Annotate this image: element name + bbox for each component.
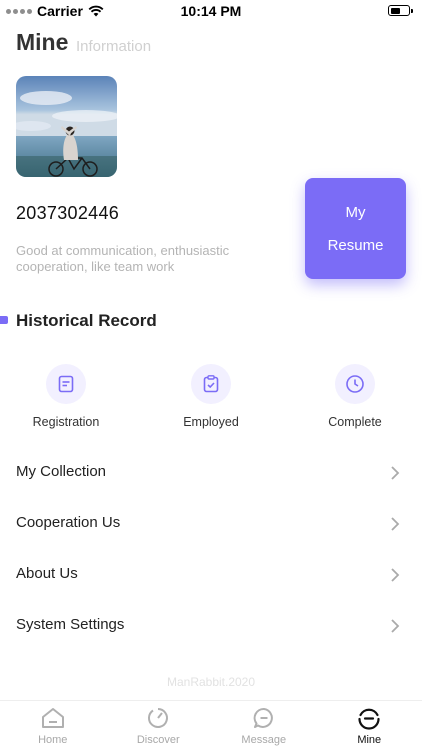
tab-label: Discover [136,734,180,746]
page-subtitle: Information [76,38,152,55]
section-title: Historical Record [16,311,157,330]
battery-icon [388,5,413,16]
resume-button-line1: My [345,203,366,221]
tab-mine[interactable]: Mine [317,701,422,750]
discover-icon [106,706,212,730]
tab-label: Message [241,734,287,746]
profile-photo-image [16,76,117,177]
menu-item-my-collection[interactable]: My Collection [0,453,422,493]
home-icon [0,706,106,730]
resume-button-line2: Resume [327,236,384,254]
clock-icon [335,364,375,404]
record-label: Complete [328,415,382,429]
menu-label: Cooperation Us [16,514,121,531]
tab-home[interactable]: Home [0,701,106,750]
record-registration[interactable]: Registration [16,364,116,429]
user-bio: Good at communication, enthusiastic coop… [16,243,230,274]
my-resume-button[interactable]: My Resume [305,178,406,279]
menu-item-cooperation-us[interactable]: Cooperation Us [0,504,422,544]
status-time: 10:14 PM [180,3,242,19]
chevron-right-icon [391,517,400,531]
tab-discover[interactable]: Discover [106,701,212,750]
clipboard-check-icon [191,364,231,404]
menu-label: About Us [16,565,78,582]
record-complete[interactable]: Complete [305,364,405,429]
status-bar: Carrier 10:14 PM [0,0,422,22]
message-icon [211,706,317,730]
tab-message[interactable]: Message [211,701,317,750]
section-marker [0,316,8,324]
chevron-right-icon [391,466,400,480]
tab-bar: Home Discover Message Mine [0,700,422,750]
user-id: 2037302446 [16,203,120,223]
avatar[interactable] [16,76,117,177]
page-title: Mine [16,29,69,55]
tab-label: Home [38,734,68,746]
record-employed[interactable]: Employed [161,364,261,429]
menu-item-system-settings[interactable]: System Settings [0,606,422,646]
record-label: Registration [32,415,100,429]
mine-icon [317,706,422,730]
chevron-right-icon [391,568,400,582]
menu-label: System Settings [16,616,125,633]
menu-label: My Collection [16,463,107,480]
tab-label: Mine [357,734,382,746]
record-label: Employed [183,415,239,429]
menu-item-about-us[interactable]: About Us [0,555,422,595]
footer-note: ManRabbit.2020 [166,675,256,689]
document-icon [46,364,86,404]
chevron-right-icon [391,619,400,633]
